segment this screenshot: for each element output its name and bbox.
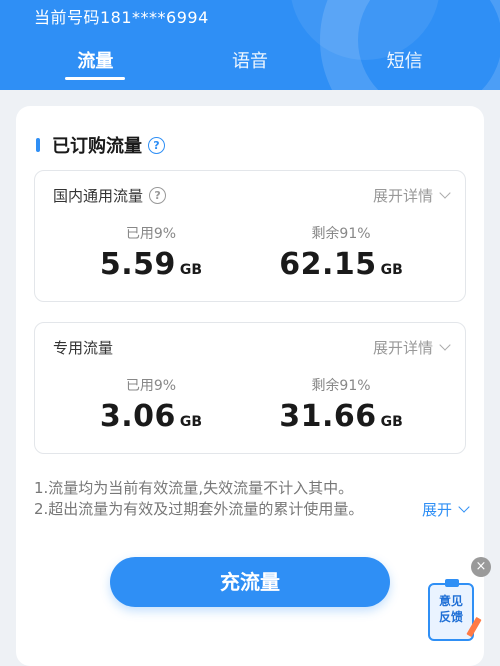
tab-sms[interactable]: 短信 — [345, 48, 465, 80]
expand-details-button[interactable]: 展开详情 — [372, 337, 451, 358]
used-unit: GB — [179, 414, 203, 430]
note-line-2: 2.超出流量为有效及过期套外流量的累计使用量。 — [34, 500, 364, 518]
section-header: 已订购流量 ? — [36, 132, 165, 158]
section-title: 已订购流量 — [52, 136, 142, 157]
package-name: 国内通用流量 ? — [53, 185, 167, 206]
section-accent-bar — [36, 138, 40, 152]
package-name: 专用流量 — [53, 337, 113, 358]
recharge-data-button[interactable]: 充流量 — [110, 557, 390, 607]
remaining-column: 剩余91% 62.15 GB — [241, 223, 441, 282]
question-circle-icon[interactable]: ? — [148, 136, 165, 154]
package-name-label: 专用流量 — [53, 339, 114, 357]
package-name-label: 国内通用流量 — [53, 187, 144, 205]
question-circle-icon[interactable]: ? — [149, 187, 167, 204]
feedback-label-2: 反馈 — [438, 610, 463, 624]
remaining-value: 62.15 — [279, 247, 377, 282]
data-card: 已订购流量 ? 国内通用流量 ? 展开详情 已用9% 5.59 GB 剩余91% … — [16, 106, 484, 666]
chevron-down-icon — [439, 186, 451, 199]
header-bar: 当前号码181****6994 流量 语音 短信 — [0, 0, 500, 90]
used-amount: 3.06 GB — [51, 399, 251, 434]
package-card-dedicated: 专用流量 展开详情 已用9% 3.06 GB 剩余91% 31.66 GB — [34, 322, 466, 454]
close-icon[interactable]: × — [471, 557, 491, 577]
used-unit: GB — [179, 262, 203, 278]
remaining-label: 剩余91% — [311, 378, 371, 394]
chevron-down-icon — [439, 338, 451, 351]
chevron-down-icon — [458, 500, 470, 513]
remaining-label: 剩余91% — [311, 226, 371, 242]
notes: 1.流量均为当前有效流量,失效流量不计入其中。 2.超出流量为有效及过期套外流量… — [34, 478, 363, 520]
tab-data[interactable]: 流量 — [35, 48, 155, 80]
notes-expand-button[interactable]: 展开 — [421, 499, 470, 520]
remaining-unit: GB — [380, 414, 403, 430]
used-value: 3.06 — [99, 399, 176, 434]
used-column: 已用9% 3.06 GB — [51, 375, 251, 434]
feedback-button[interactable]: 意见 反馈 — [428, 579, 482, 641]
current-number: 当前号码181****6994 — [34, 8, 209, 27]
remaining-column: 剩余91% 31.66 GB — [241, 375, 441, 434]
feedback-label-1: 意见 — [438, 594, 463, 608]
tab-bar: 流量 语音 短信 — [0, 48, 500, 88]
tab-voice[interactable]: 语音 — [190, 48, 310, 80]
notes-expand-label: 展开 — [421, 501, 452, 519]
used-amount: 5.59 GB — [51, 247, 251, 282]
used-value: 5.59 — [99, 247, 176, 282]
package-card-general: 国内通用流量 ? 展开详情 已用9% 5.59 GB 剩余91% 62.15 GB — [34, 170, 466, 302]
remaining-unit: GB — [380, 262, 403, 278]
note-line-1: 1.流量均为当前有效流量,失效流量不计入其中。 — [34, 479, 354, 497]
expand-details-button[interactable]: 展开详情 — [372, 185, 451, 206]
clipboard-clip-icon — [445, 579, 459, 587]
remaining-amount: 31.66 GB — [241, 399, 441, 434]
expand-details-label: 展开详情 — [372, 339, 433, 357]
used-label: 已用9% — [125, 378, 177, 394]
remaining-value: 31.66 — [279, 399, 377, 434]
expand-details-label: 展开详情 — [372, 187, 433, 205]
remaining-amount: 62.15 GB — [241, 247, 441, 282]
used-column: 已用9% 5.59 GB — [51, 223, 251, 282]
used-label: 已用9% — [125, 226, 177, 242]
